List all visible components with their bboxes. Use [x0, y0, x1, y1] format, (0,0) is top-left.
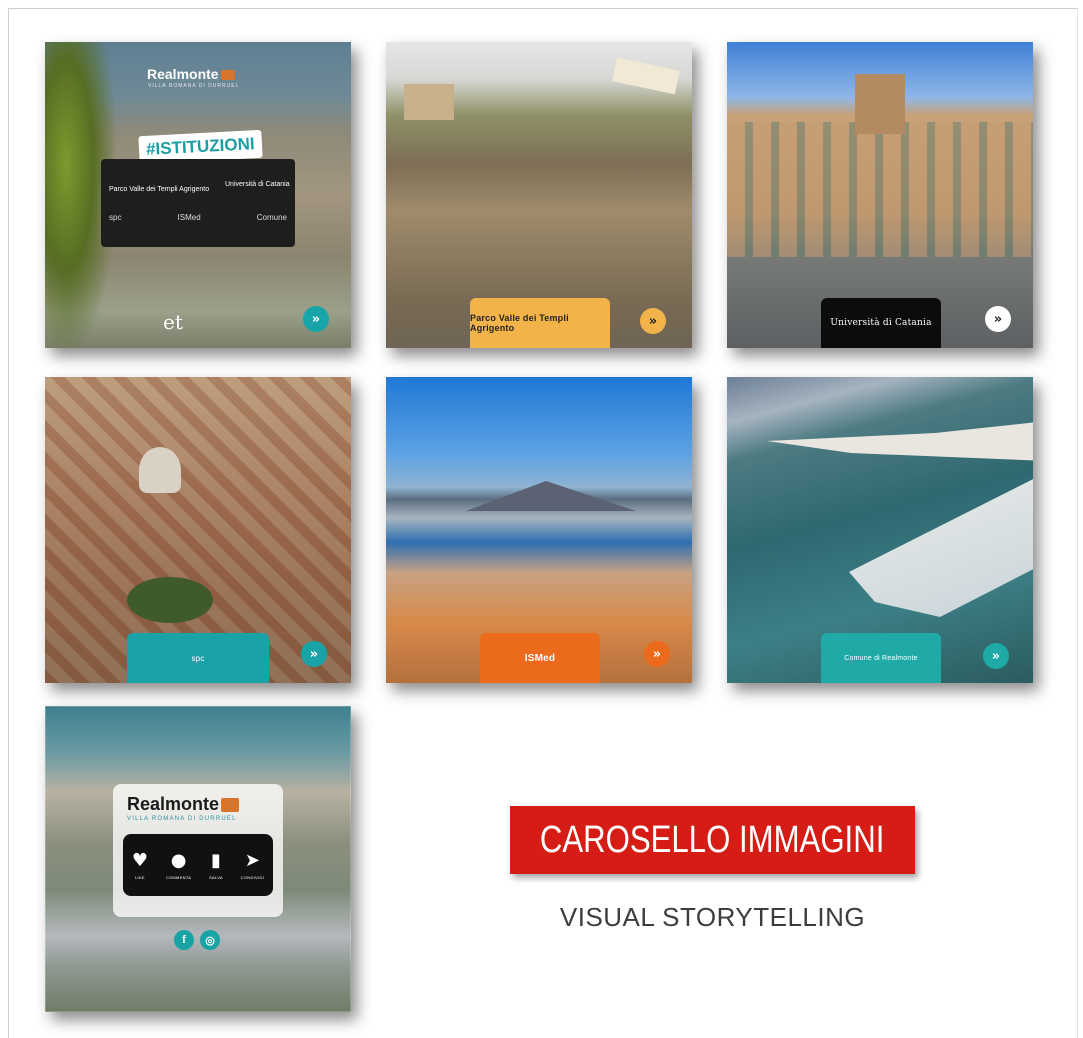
carousel-slide-realmonte[interactable]: Comune di Realmonte »: [727, 377, 1033, 683]
institution-badge: spc: [127, 633, 269, 683]
send-icon: ➤: [244, 849, 260, 871]
ruin-building: [404, 84, 454, 120]
institution-badge: ISMed: [480, 633, 600, 683]
brand-logo: Realmonte: [127, 794, 240, 815]
facebook-icon[interactable]: f: [174, 930, 194, 950]
comment-action[interactable]: ● COMMENTA: [165, 849, 192, 880]
cta-card: Realmonte VILLA ROMANA DI DURRUEL ♥ LIKE…: [113, 784, 283, 917]
palace-facade: [727, 122, 1033, 257]
page-title: CAROSELLO IMMAGINI: [540, 818, 885, 861]
title-banner: CAROSELLO IMMAGINI: [510, 806, 915, 874]
action-label: CONDIVIDI: [240, 874, 265, 880]
next-arrow-icon[interactable]: »: [640, 308, 666, 334]
next-arrow-icon[interactable]: »: [301, 641, 327, 667]
next-arrow-icon[interactable]: »: [983, 643, 1009, 669]
brand-subtitle: VILLA ROMANA DI DURRUEL: [127, 816, 237, 822]
clock-tower: [855, 74, 905, 134]
institution-unict: Università di Catania: [225, 181, 290, 188]
brand-logo-icon: [221, 798, 240, 813]
carousel-slide-istituzioni[interactable]: Realmonte VILLA ROMANA DI DURRUEL #ISTIT…: [45, 42, 351, 348]
action-label: SALVA: [209, 874, 223, 880]
institution-badge: Università di Catania: [821, 298, 941, 348]
next-arrow-icon[interactable]: »: [985, 306, 1011, 332]
cathedral-dome: [139, 447, 181, 493]
action-label: COMMENTA: [165, 874, 192, 880]
institution-logos-row: spc ISMed Comune: [109, 213, 287, 222]
action-label: LIKE: [135, 874, 145, 880]
like-action[interactable]: ♥ LIKE: [131, 849, 149, 880]
carousel-slide-spc[interactable]: spc »: [45, 377, 351, 683]
institution-badge: Comune di Realmonte: [821, 633, 941, 683]
brand-logo-icon: [220, 70, 235, 81]
logo-ismed: ISMed: [177, 213, 201, 222]
institutions-panel: Parco Valle dei Templi Agrigento Univers…: [101, 159, 295, 247]
comment-icon: ●: [170, 849, 187, 871]
brand-subtitle: VILLA ROMANA DI DURRUEL: [148, 83, 240, 89]
logo-spc: spc: [109, 213, 122, 222]
institution-badge: Parco Valle dei Templi Agrigento: [470, 298, 610, 348]
heart-icon: ♥: [131, 849, 149, 871]
page-subtitle: VISUAL STORYTELLING: [559, 902, 866, 932]
social-links: f ◎: [174, 930, 220, 950]
brand-logo: Realmonte: [147, 66, 235, 82]
share-action[interactable]: ➤ CONDIVIDI: [240, 849, 265, 880]
tree-cluster: [127, 577, 213, 623]
save-action[interactable]: ▮ SALVA: [209, 849, 223, 880]
bookmark-icon: ▮: [211, 849, 221, 871]
instagram-icon[interactable]: ◎: [200, 930, 220, 950]
next-arrow-icon[interactable]: »: [644, 641, 670, 667]
next-arrow-icon[interactable]: »: [303, 306, 329, 332]
action-bar: ♥ LIKE ● COMMENTA ▮ SALVA ➤ CONDIVIDI: [123, 834, 273, 896]
footer-logo: et: [163, 310, 183, 334]
carousel-slide-ismed[interactable]: ISMed »: [386, 377, 692, 683]
carousel-slide-unict[interactable]: Università di Catania »: [727, 42, 1033, 348]
volcano-silhouette: [466, 481, 636, 511]
carousel-slide-cta[interactable]: Realmonte VILLA ROMANA DI DURRUEL ♥ LIKE…: [45, 706, 351, 1012]
institution-parco-valle: Parco Valle dei Templi Agrigento: [109, 186, 210, 193]
logo-comune: Comune: [256, 213, 287, 222]
carousel-slide-parco-valle[interactable]: Parco Valle dei Templi Agrigento »: [386, 42, 692, 348]
